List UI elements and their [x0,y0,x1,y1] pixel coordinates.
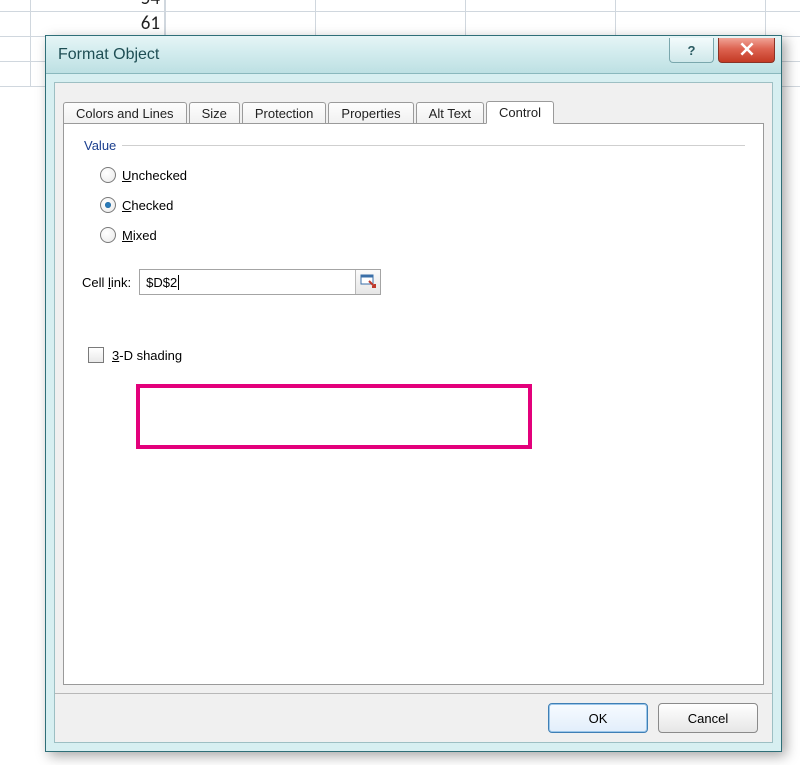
cancel-button[interactable]: Cancel [658,703,758,733]
tab-colors-lines[interactable]: Colors and Lines [63,102,187,124]
shading-label: 3-D shading [112,348,182,363]
radio-unchecked[interactable]: Unchecked [100,167,745,183]
control-tab-panel: Value Unchecked Checked Mixed [63,123,764,685]
tab-control[interactable]: Control [486,101,554,124]
close-button[interactable] [718,38,775,63]
value-group-label: Value [82,138,122,153]
close-icon [740,42,754,59]
radio-unchecked-label: Unchecked [122,168,187,183]
annotation-highlight [136,384,532,449]
dialog-button-bar: OK Cancel [55,693,772,742]
help-icon: ? [688,43,696,58]
radio-icon [100,227,116,243]
radio-icon [100,197,116,213]
tab-strip: Colors and Lines Size Protection Propert… [55,83,772,123]
radio-mixed-label: Mixed [122,228,157,243]
help-button[interactable]: ? [669,38,714,63]
range-picker-button[interactable] [355,270,380,294]
radio-checked[interactable]: Checked [100,197,745,213]
range-picker-icon [360,273,376,292]
sheet-cell[interactable]: 61 [30,11,165,36]
ok-button[interactable]: OK [548,703,648,733]
format-object-dialog: Format Object ? Colors and Lines Size Pr… [45,35,782,752]
cell-link-label: Cell link: [82,275,131,290]
cell-link-input[interactable]: $D$2 [140,270,355,294]
tab-size[interactable]: Size [189,102,240,124]
tab-protection[interactable]: Protection [242,102,327,124]
tab-properties[interactable]: Properties [328,102,413,124]
radio-mixed[interactable]: Mixed [100,227,745,243]
checkbox-icon [88,347,104,363]
tab-alt-text[interactable]: Alt Text [416,102,484,124]
shading-checkbox-row[interactable]: 3-D shading [88,347,745,363]
dialog-title: Format Object [58,46,159,64]
radio-icon [100,167,116,183]
sheet-cell[interactable]: 54 [30,0,165,11]
dialog-titlebar[interactable]: Format Object ? [46,36,781,74]
radio-checked-label: Checked [122,198,173,213]
